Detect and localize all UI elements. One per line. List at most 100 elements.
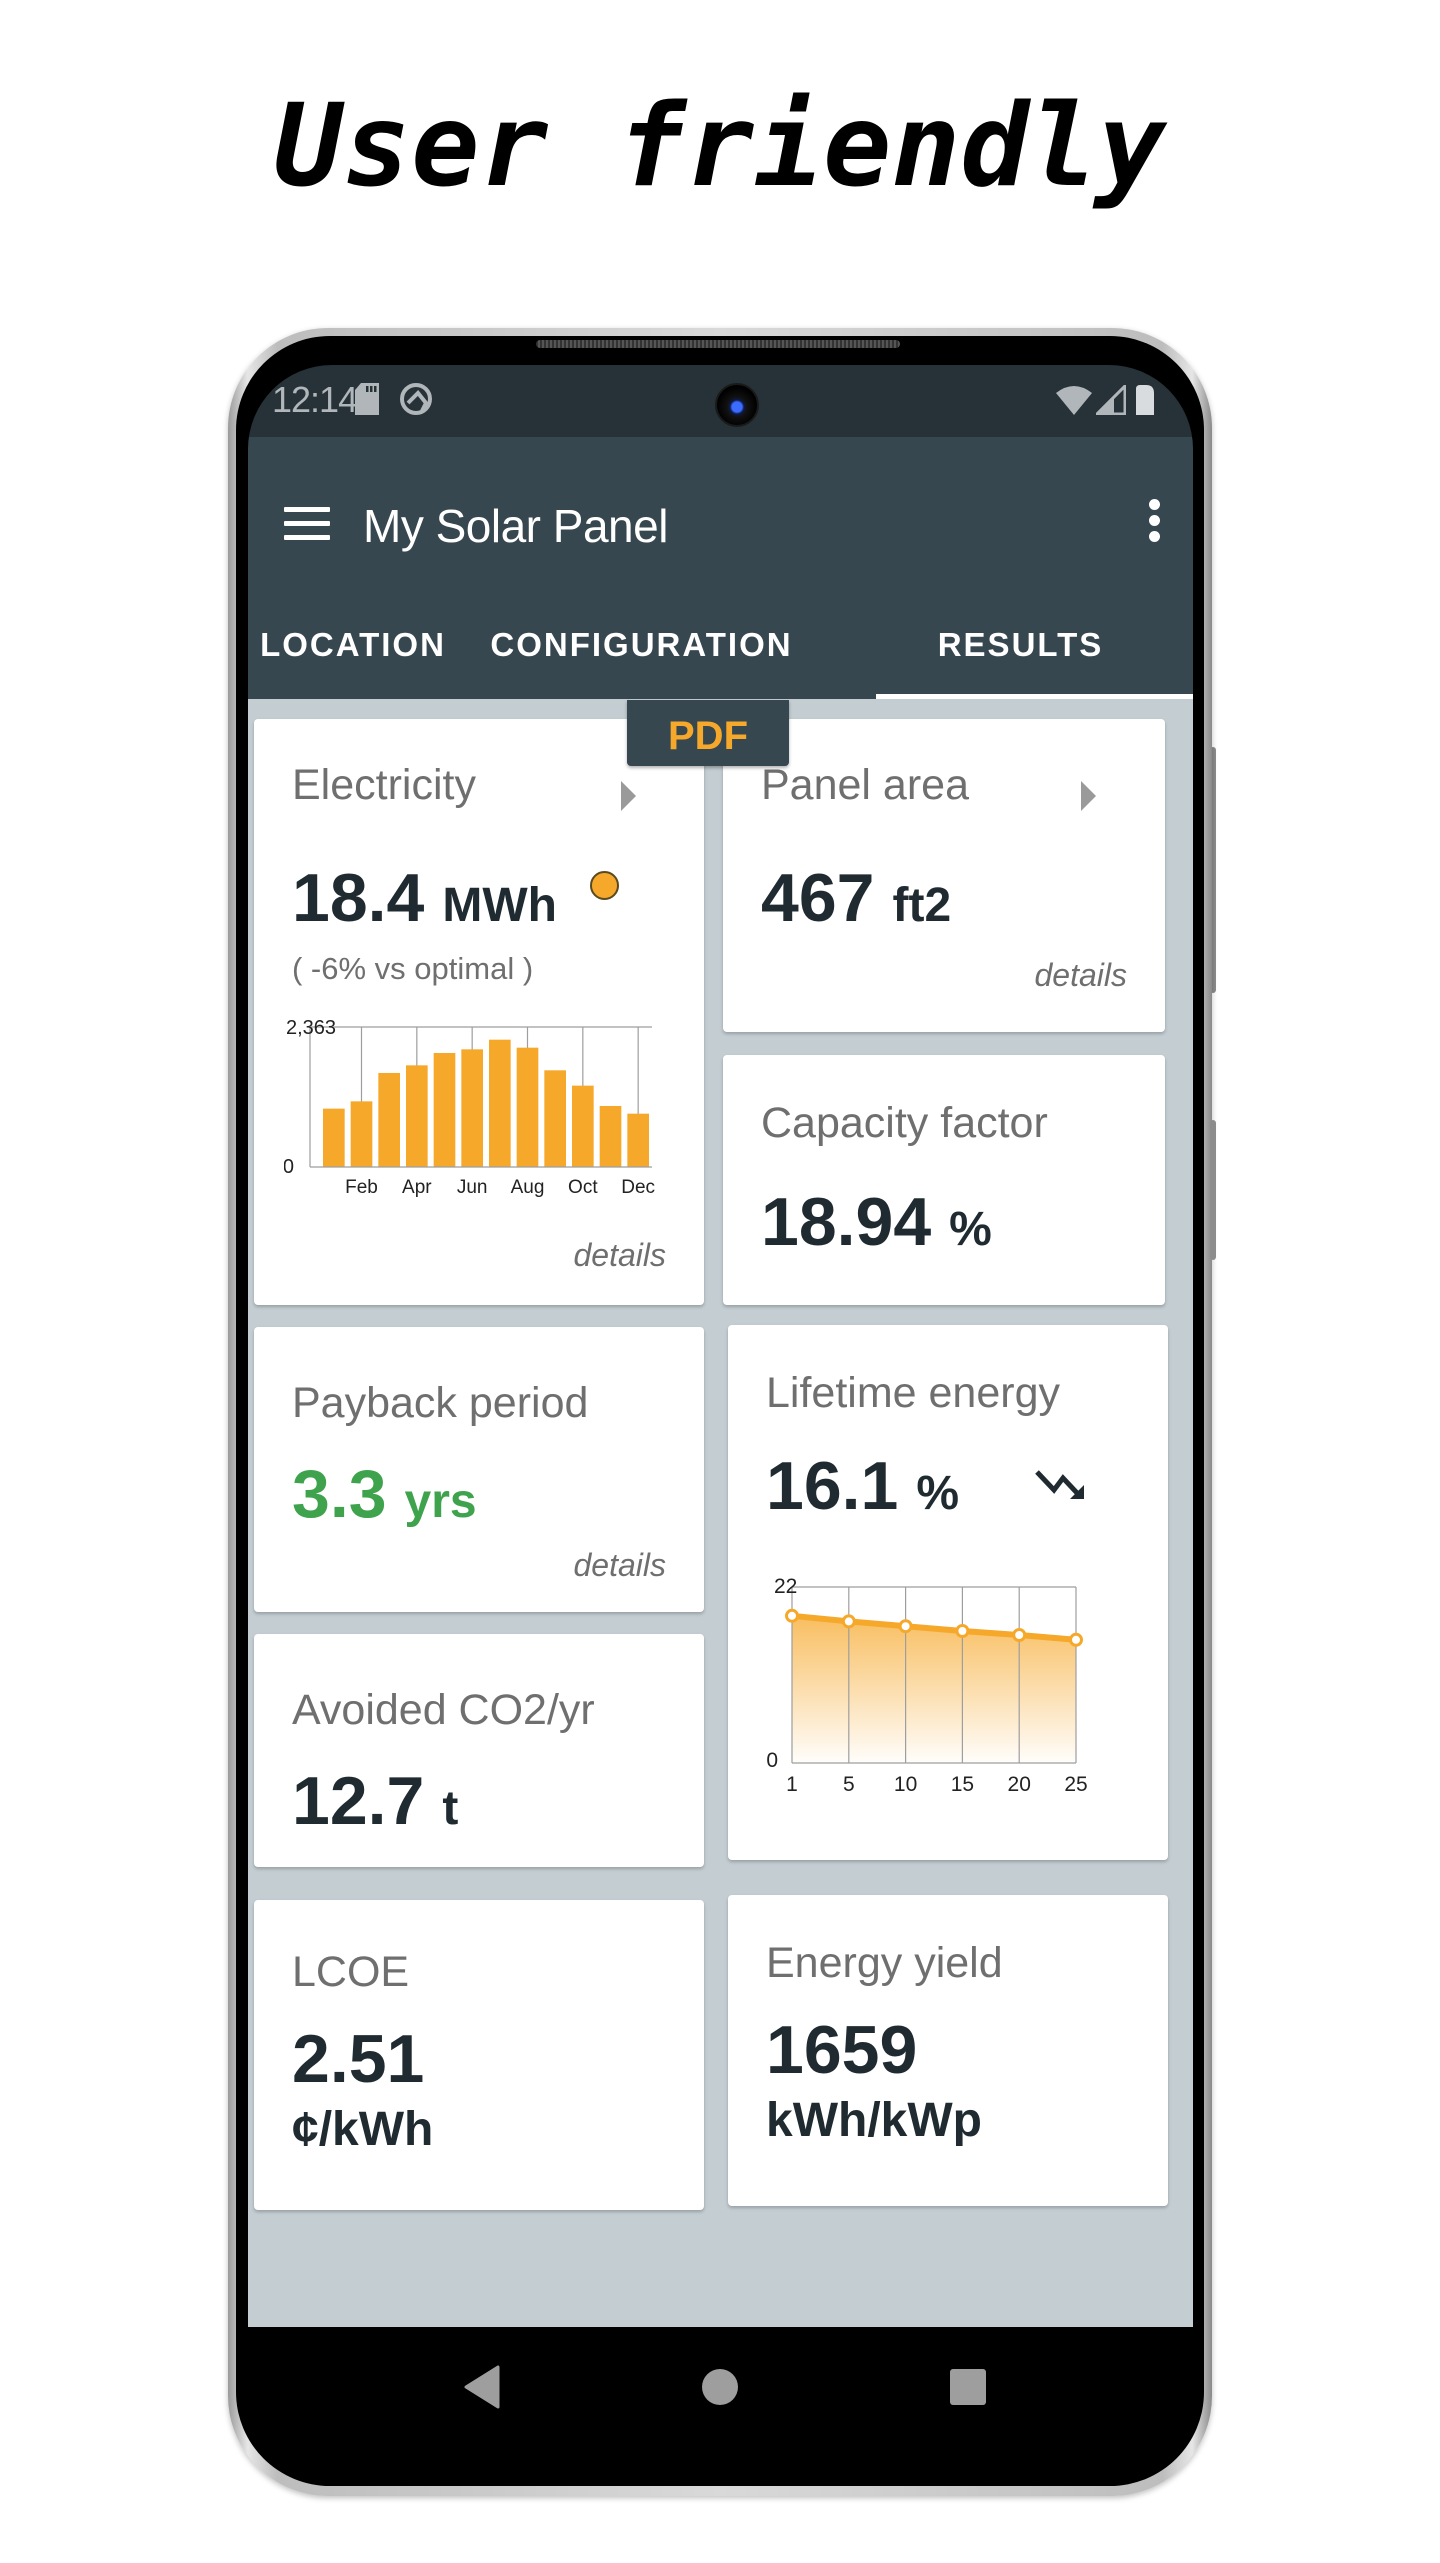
x-tick-label: 15 <box>951 1773 974 1796</box>
x-tick-label: 20 <box>1008 1773 1031 1796</box>
value-number: 12.7 <box>292 1763 425 1839</box>
bar-apr <box>406 1065 428 1167</box>
y-tick-label-max: 22 <box>774 1575 797 1598</box>
data-point-year-10 <box>898 1619 913 1634</box>
avoided-co2-value: 12.7 t <box>292 1762 458 1840</box>
y-tick-label-max: 2,363 <box>286 1019 336 1039</box>
back-icon[interactable] <box>462 2365 502 2409</box>
status-bar: 12:14 <box>248 365 1193 437</box>
app-bar: My Solar Panel LOCATION CONFIGURATION RE… <box>248 437 1193 700</box>
x-tick-label: Aug <box>511 1177 545 1198</box>
value-number: 18.94 <box>761 1184 932 1260</box>
x-tick-label: Feb <box>345 1177 378 1198</box>
capacity-factor-value: 18.94% <box>761 1183 992 1261</box>
card-title: Avoided CO2/yr <box>292 1686 595 1734</box>
value-number: 18.4 <box>292 860 425 936</box>
tab-results[interactable]: RESULTS <box>848 613 1193 699</box>
energy-yield-value: 1659 kWh/kWp <box>766 2011 982 2148</box>
card-panel-area[interactable]: Panel area 467 ft2 details <box>723 719 1165 1032</box>
data-point-year-1 <box>785 1608 799 1623</box>
tab-location[interactable]: LOCATION <box>248 613 458 699</box>
details-link[interactable]: details <box>1035 957 1128 994</box>
panel-area-value: 467 ft2 <box>761 859 951 937</box>
value-number: 3.3 <box>292 1456 387 1532</box>
bar-jan <box>323 1108 345 1167</box>
chevron-right-icon[interactable] <box>1081 781 1096 811</box>
status-time: 12:14 <box>272 379 358 420</box>
system-nav-bar <box>248 2327 1193 2485</box>
hamburger-menu-icon[interactable] <box>284 507 330 541</box>
card-title: LCOE <box>292 1948 410 1996</box>
x-tick-label: Jun <box>457 1177 488 1198</box>
bar-feb <box>350 1101 373 1167</box>
tab-bar: LOCATION CONFIGURATION RESULTS <box>248 613 1193 700</box>
value-unit: t <box>442 1782 459 1835</box>
card-title: Panel area <box>761 761 969 809</box>
screen: 12:14 My Solar Panel LOCATION CONFIGURAT… <box>248 365 1193 2485</box>
wifi-icon <box>1056 386 1092 415</box>
card-lifetime-energy[interactable]: Lifetime energy 16.1% 1 5 10 15 20 25 22 0 <box>728 1325 1168 1860</box>
data-point-year-20 <box>1012 1628 1027 1642</box>
front-camera <box>715 383 759 427</box>
lifetime-energy-area-chart: 1 5 10 15 20 25220 <box>766 1575 1087 1796</box>
lifetime-energy-value: 16.1% <box>766 1447 959 1525</box>
x-tick-label: 25 <box>1064 1773 1087 1796</box>
bar-nov <box>599 1105 622 1167</box>
card-electricity[interactable]: Electricity 18.4 MWh ( -6% vs optimal ) F… <box>254 719 704 1305</box>
comparison-text: ( -6% vs optimal ) <box>292 951 534 986</box>
lcoe-value: 2.51 ¢/kWh <box>292 2020 433 2157</box>
card-title: Capacity factor <box>761 1099 1048 1147</box>
tab-configuration[interactable]: CONFIGURATION <box>458 613 825 699</box>
card-capacity-factor[interactable]: Capacity factor 18.94% <box>723 1055 1165 1305</box>
status-dot-icon <box>590 871 619 900</box>
trending-down-icon <box>1035 1470 1084 1499</box>
value-number: 467 <box>761 860 875 936</box>
value-number: 2.51 <box>292 2021 425 2097</box>
bar-may <box>433 1053 456 1167</box>
data-point-year-25 <box>1069 1632 1083 1647</box>
battery-icon <box>1136 385 1154 415</box>
bar-dec <box>627 1113 649 1167</box>
headline: User friendly <box>273 79 1167 212</box>
value-unit: % <box>916 1467 960 1520</box>
results-grid: Electricity 18.4 MWh ( -6% vs optimal ) F… <box>248 699 1193 2327</box>
value-unit: ft2 <box>892 879 952 932</box>
card-title: Payback period <box>292 1379 589 1427</box>
value-unit: MWh <box>442 879 557 932</box>
card-avoided-co2[interactable]: Avoided CO2/yr 12.7 t <box>254 1634 704 1867</box>
phone-frame: 12:14 My Solar Panel LOCATION CONFIGURAT… <box>228 328 1212 2496</box>
details-link[interactable]: details <box>574 1237 667 1274</box>
details-link[interactable]: details <box>574 1547 667 1584</box>
data-point-year-15 <box>955 1624 970 1638</box>
card-title: Lifetime energy <box>766 1369 1060 1417</box>
x-tick-label: Dec <box>621 1177 655 1198</box>
chevron-right-icon[interactable] <box>621 781 636 811</box>
value-unit: yrs <box>404 1475 477 1528</box>
value-unit: kWh/kWp <box>766 2094 982 2147</box>
value-unit: ¢/kWh <box>292 2103 434 2156</box>
cell-signal-icon <box>1096 385 1126 415</box>
home-icon[interactable] <box>700 2365 740 2409</box>
x-tick-label: 5 <box>843 1773 855 1796</box>
monthly-electricity-bar-chart: Feb Apr Jun Aug Oct Dec 2,363 0 <box>284 1019 655 1198</box>
x-tick-label: Oct <box>568 1177 598 1198</box>
y-tick-label-min: 0 <box>284 1156 294 1178</box>
bar-oct <box>572 1085 594 1167</box>
more-vert-icon[interactable] <box>1149 499 1163 549</box>
card-energy-yield[interactable]: Energy yield 1659 kWh/kWp <box>728 1895 1168 2206</box>
bar-sep <box>544 1070 566 1167</box>
value-unit: % <box>949 1203 992 1256</box>
data-point-year-5 <box>841 1614 856 1629</box>
recents-icon[interactable] <box>948 2365 988 2409</box>
card-title: Energy yield <box>766 1939 1003 1987</box>
y-tick-label-min: 0 <box>766 1749 778 1772</box>
card-payback-period[interactable]: Payback period 3.3 yrs details <box>254 1327 704 1612</box>
pdf-export-button[interactable]: PDF <box>627 700 789 766</box>
bar-aug <box>516 1047 539 1167</box>
card-lcoe[interactable]: LCOE 2.51 ¢/kWh <box>254 1900 704 2210</box>
app-title: My Solar Panel <box>363 500 668 552</box>
x-tick-label: 1 <box>786 1773 798 1796</box>
bar-mar <box>378 1072 400 1167</box>
android-q-icon <box>400 383 432 415</box>
electricity-value: 18.4 MWh <box>292 859 557 937</box>
